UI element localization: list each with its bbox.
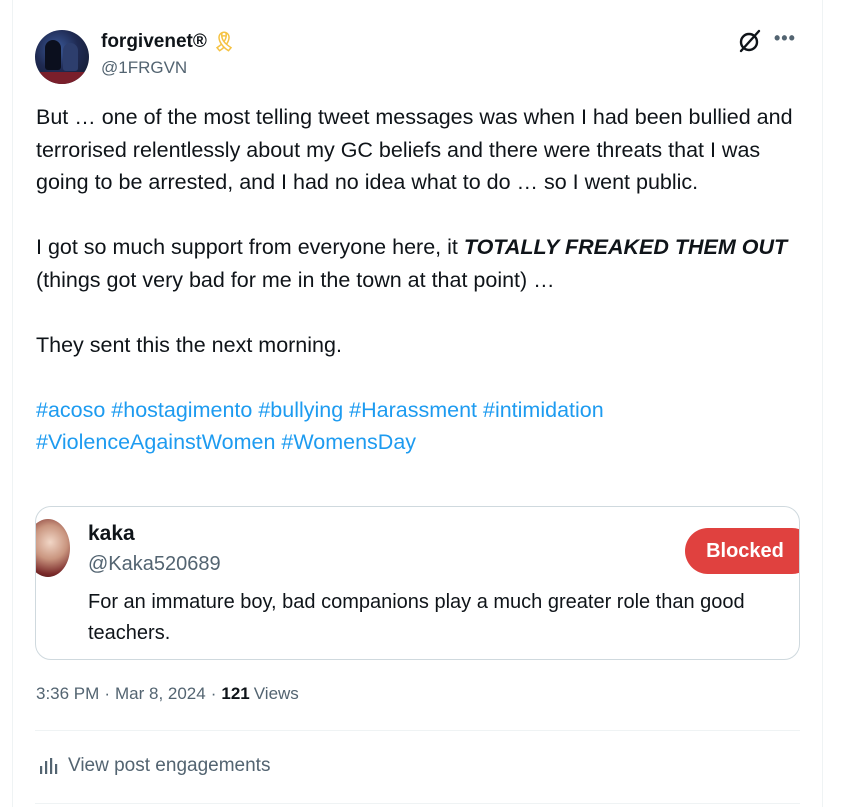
analytics-icon — [40, 758, 58, 774]
divider — [35, 803, 800, 804]
author-handle[interactable]: @1FRGVN — [101, 58, 187, 78]
embedded-image-card[interactable]: kaka @Kaka520689 Blocked For an immature… — [35, 506, 800, 660]
view-engagements-link[interactable]: View post engagements — [38, 755, 270, 777]
meta-separator: · — [210, 684, 217, 703]
blocked-button: Blocked — [685, 528, 799, 574]
author-avatar[interactable] — [35, 30, 89, 84]
post-paragraph-2: I got so much support from everyone here… — [36, 235, 800, 292]
post-body: But … one of the most telling tweet mess… — [36, 101, 806, 459]
divider — [35, 730, 800, 731]
post-time[interactable]: 3:36 PM — [36, 684, 99, 704]
card-author-name: kaka — [88, 522, 135, 545]
post-emphasis: TOTALLY FREAKED THEM OUT — [463, 235, 788, 259]
author-display-name[interactable]: forgivenet® — [101, 31, 207, 53]
author-name-line[interactable]: forgivenet® 🎗 — [101, 30, 236, 54]
meta-separator: · — [104, 684, 110, 703]
yellow-ribbon-icon: 🎗 — [211, 32, 236, 53]
card-text: For an immature boy, bad companions play… — [88, 591, 745, 644]
post-panel: forgivenet® 🎗 @1FRGVN ••• But … one of t… — [0, 0, 823, 807]
post-date[interactable]: Mar 8, 2024 — [115, 684, 206, 704]
card-avatar — [36, 519, 70, 577]
views-label: Views — [253, 684, 299, 703]
post-paragraph-3: They sent this the next morning. — [36, 332, 342, 357]
engagements-label: View post engagements — [68, 755, 271, 776]
post-meta: 3:36 PM · Mar 8, 2024 · 121 Views — [36, 684, 299, 704]
card-author-handle: @Kaka520689 — [88, 553, 221, 575]
left-border — [12, 0, 13, 807]
views-count: 121 — [221, 684, 250, 703]
post-hashtags[interactable]: #acoso #hostagimento #bullying #Harassme… — [36, 394, 806, 459]
more-icon[interactable]: ••• — [774, 28, 796, 49]
post-paragraph-1: But … one of the most telling tweet mess… — [36, 105, 793, 194]
grok-icon[interactable] — [737, 28, 763, 54]
